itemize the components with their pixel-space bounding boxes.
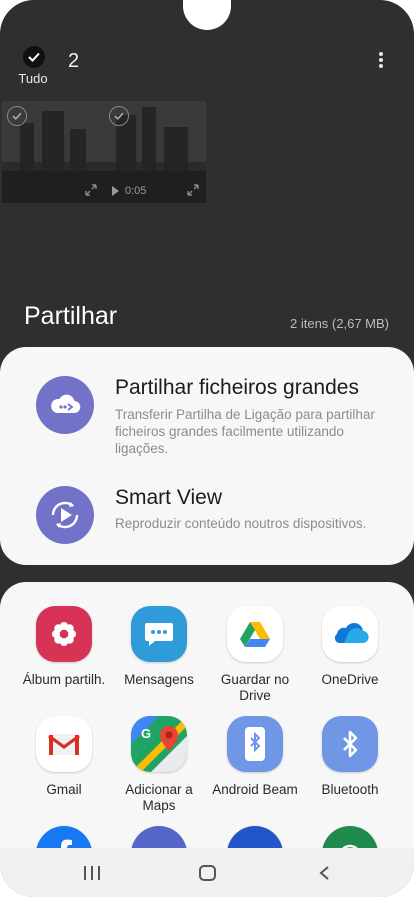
- messages-icon: [131, 606, 187, 662]
- app-label: Bluetooth: [321, 782, 379, 797]
- shared-album-icon: [36, 606, 92, 662]
- app-label: Álbum partilh.: [22, 672, 106, 687]
- option-title: Partilhar ficheiros grandes: [115, 376, 359, 399]
- recent-apps-icon[interactable]: [84, 866, 100, 880]
- option-description: Reproduzir conteúdo noutros dispositivos…: [115, 516, 367, 531]
- selected-count: 2: [68, 50, 80, 72]
- app-gmail[interactable]: Gmail: [16, 716, 112, 798]
- app-label: Mensagens: [124, 672, 194, 687]
- option-title: Smart View: [115, 486, 222, 509]
- app-label: Adicionar a Maps: [125, 782, 193, 813]
- play-icon: [112, 186, 119, 196]
- expand-icon[interactable]: [84, 183, 98, 197]
- app-android-beam[interactable]: Android Beam: [207, 716, 303, 798]
- option-description: Transferir Partilha de Ligação para part…: [115, 407, 375, 456]
- thumbnail-image[interactable]: [2, 101, 104, 203]
- gmail-icon: [36, 716, 92, 772]
- share-meta: 2 itens (2,67 MB): [290, 316, 389, 331]
- smart-view-option[interactable]: Smart View Reproduzir conteúdo noutros d…: [36, 486, 386, 548]
- app-label: OneDrive: [321, 672, 379, 687]
- navigation-bar: [0, 848, 414, 897]
- expand-icon[interactable]: [186, 183, 200, 197]
- selected-check-icon[interactable]: [109, 106, 129, 126]
- video-duration: 0:05: [112, 185, 146, 197]
- app-shared-album[interactable]: Álbum partilh.: [16, 606, 112, 688]
- select-all-label: Tudo: [18, 71, 48, 86]
- share-large-files-option[interactable]: Partilhar ficheiros grandes Transferir P…: [36, 376, 386, 466]
- app-google-maps[interactable]: G Adicionar a Maps: [111, 716, 207, 814]
- share-screen: Tudo 2 0:05 Partilhar 2 itens (2,67 MB) …: [0, 0, 414, 897]
- app-bluetooth[interactable]: Bluetooth: [302, 716, 398, 798]
- selected-check-icon[interactable]: [7, 106, 27, 126]
- back-icon[interactable]: [318, 866, 332, 880]
- android-beam-icon: [227, 716, 283, 772]
- share-options-card: Partilhar ficheiros grandes Transferir P…: [0, 347, 414, 565]
- app-onedrive[interactable]: OneDrive: [302, 606, 398, 688]
- google-drive-icon: [227, 606, 283, 662]
- app-messages[interactable]: Mensagens: [111, 606, 207, 688]
- select-all-button[interactable]: Tudo: [18, 46, 48, 86]
- camera-notch: [183, 0, 231, 30]
- app-google-drive[interactable]: Guardar no Drive: [207, 606, 303, 704]
- home-icon[interactable]: [199, 865, 216, 881]
- onedrive-icon: [322, 606, 378, 662]
- svg-text:G: G: [141, 726, 151, 741]
- smart-view-icon: [36, 486, 94, 544]
- google-maps-icon: G: [131, 716, 187, 772]
- video-duration-label: 0:05: [125, 185, 147, 197]
- app-label: Gmail: [46, 782, 82, 797]
- more-vert-icon[interactable]: [372, 50, 390, 70]
- thumbnail-video[interactable]: 0:05: [104, 101, 206, 203]
- checkmark-icon: [23, 46, 45, 68]
- app-label: Guardar no Drive: [220, 672, 290, 703]
- app-label: Android Beam: [212, 782, 298, 797]
- share-title: Partilhar: [24, 302, 118, 330]
- bluetooth-icon: [322, 716, 378, 772]
- cloud-share-icon: [36, 376, 94, 434]
